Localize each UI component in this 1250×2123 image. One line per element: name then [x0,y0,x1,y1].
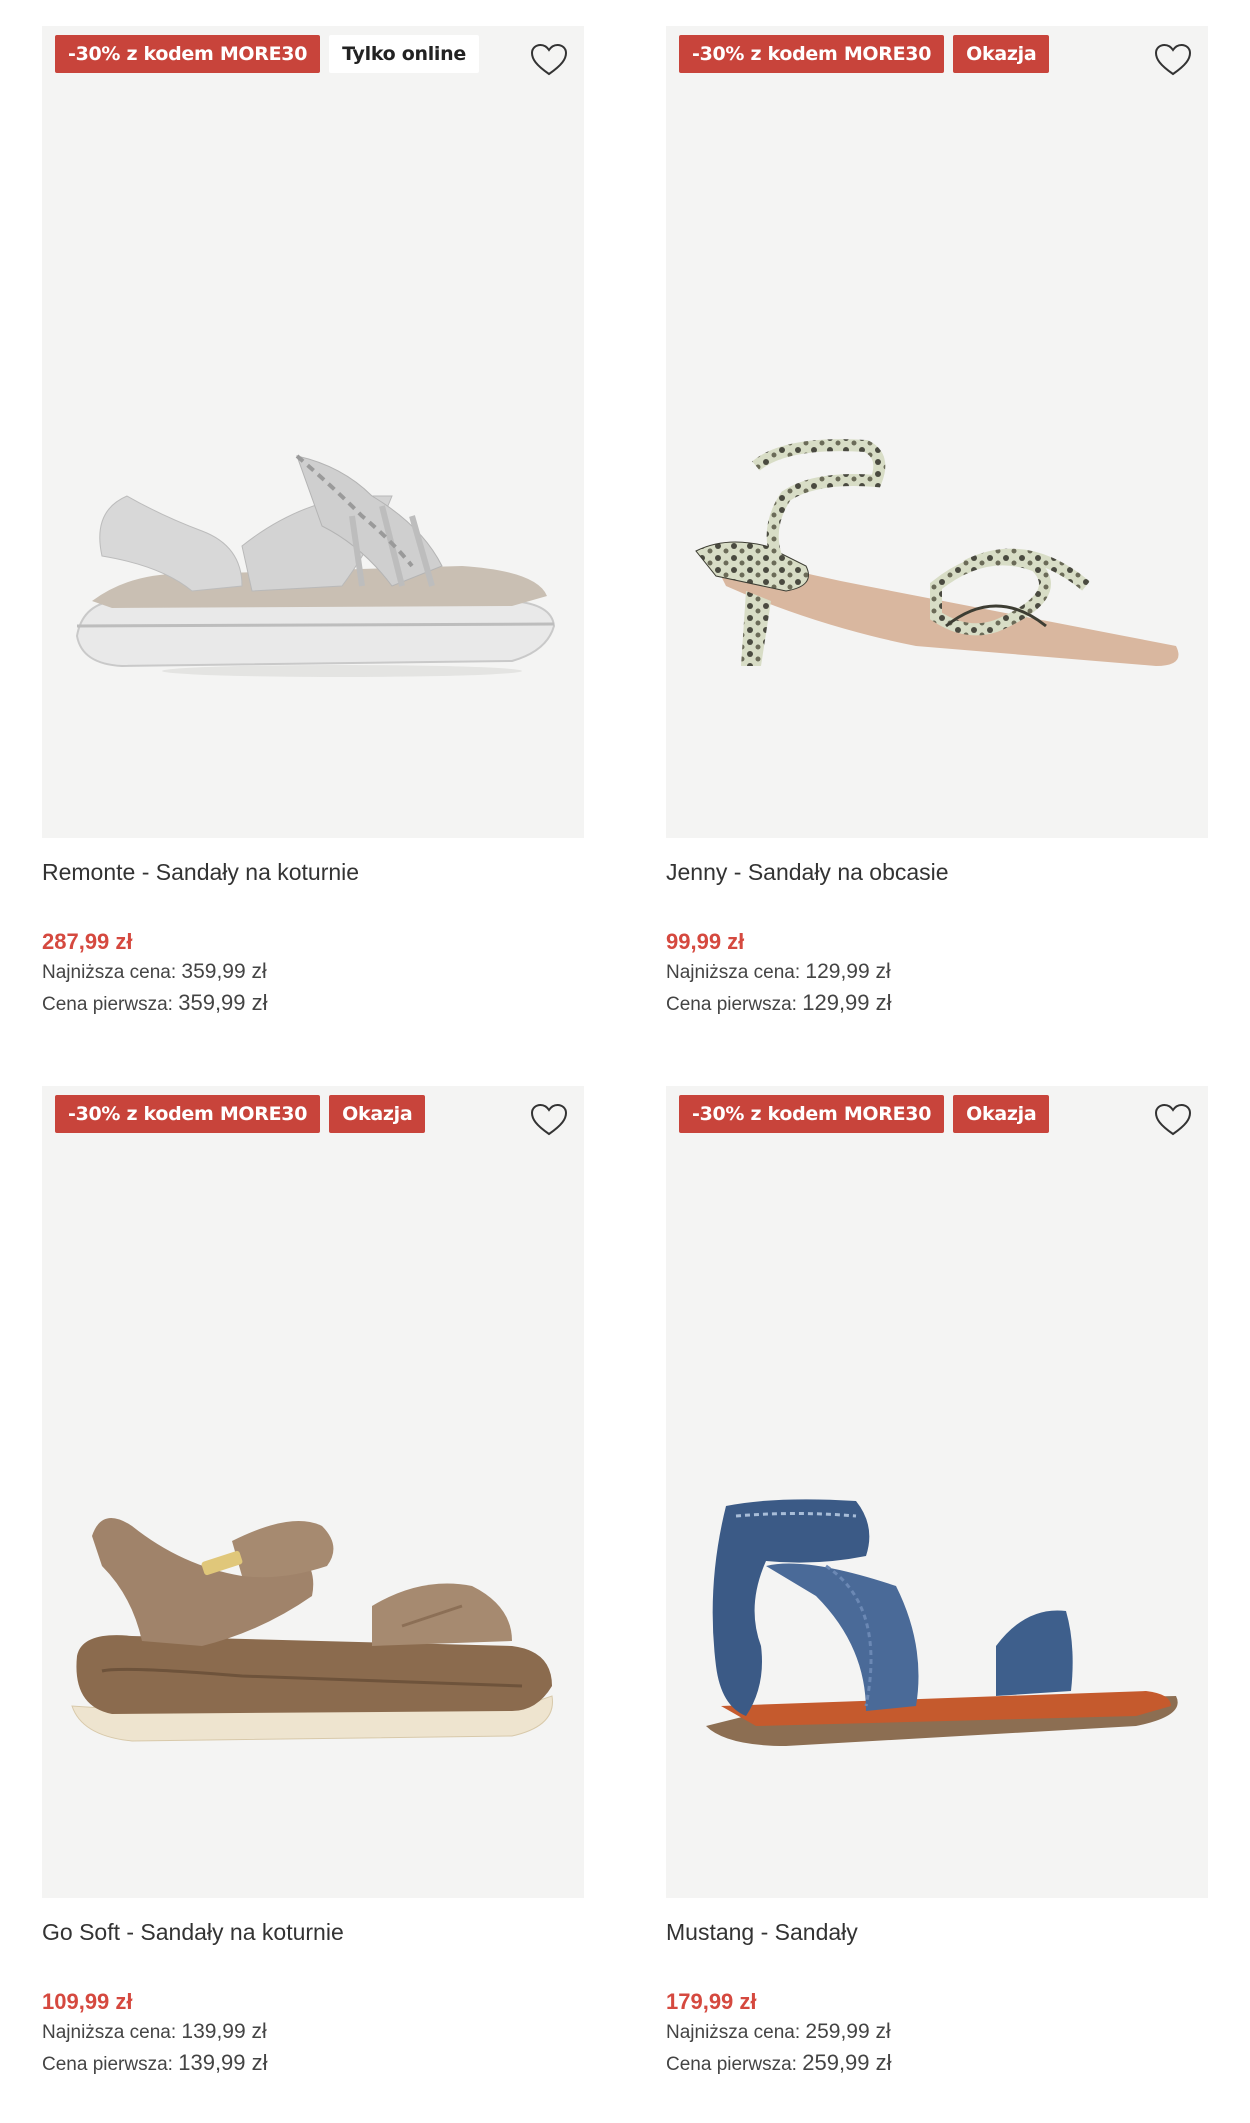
product-name[interactable]: Jenny - Sandały na obcasie [666,856,1208,888]
promo-code-badge: -30% z kodem MORE30 [679,35,945,73]
lowest-price-value: 129,99 zł [805,960,891,983]
wishlist-heart-icon[interactable] [1152,40,1194,80]
deal-badge: Okazja [953,1095,1050,1133]
first-price-label: Cena pierwsza: [666,994,797,1015]
first-price-value: 359,99 zł [178,990,268,1015]
deal-badge: Okazja [953,35,1050,73]
first-price-value: 139,99 zł [178,2050,268,2075]
promo-code-badge: -30% z kodem MORE30 [679,1095,945,1133]
first-price-line: Cena pierwsza: 129,99 zł [666,988,1208,1020]
product-image-area[interactable]: -30% z kodem MORE30 Okazja [666,26,1208,838]
online-only-badge: Tylko online [329,35,479,73]
wishlist-heart-icon[interactable] [1152,1100,1194,1140]
lowest-price-line: Najniższa cena: 129,99 zł [666,957,1208,988]
lowest-price-label: Najniższa cena: [42,2022,177,2043]
first-price-line: Cena pierwsza: 359,99 zł [42,988,584,1020]
lowest-price-value: 359,99 zł [181,960,267,983]
product-price: 179,99 zł [666,1989,757,2014]
lowest-price-label: Najniższa cena: [666,2022,801,2043]
first-price-label: Cena pierwsza: [42,2054,173,2075]
promo-code-badge: -30% z kodem MORE30 [55,35,321,73]
lowest-price-label: Najniższa cena: [42,962,177,983]
first-price-label: Cena pierwsza: [666,2054,797,2075]
badges: -30% z kodem MORE30 Okazja [55,1095,426,1133]
promo-code-badge: -30% z kodem MORE30 [55,1095,321,1133]
product-card[interactable]: -30% z kodem MORE30 Okazja Mustang - San… [666,1086,1208,2080]
product-price: 287,99 zł [42,929,133,954]
badges: -30% z kodem MORE30 Tylko online [55,35,479,73]
badges: -30% z kodem MORE30 Okazja [679,1095,1050,1133]
product-image-area[interactable]: -30% z kodem MORE30 Okazja [42,1086,584,1898]
first-price-value: 129,99 zł [802,990,892,1015]
product-name[interactable]: Go Soft - Sandały na koturnie [42,1916,584,1948]
product-name[interactable]: Mustang - Sandały [666,1916,1208,1948]
silver-wedge-sandal-image [75,454,556,677]
product-price: 99,99 zł [666,929,745,954]
product-price: 109,99 zł [42,1989,133,2014]
product-image-area[interactable]: -30% z kodem MORE30 Okazja [666,1086,1208,1898]
product-card[interactable]: -30% z kodem MORE30 Tylko online Remonte… [42,26,584,1020]
brown-wedge-sandal-image [71,1518,553,1742]
lowest-price-label: Najniższa cena: [666,962,801,983]
wishlist-heart-icon[interactable] [528,1100,570,1140]
lowest-price-value: 259,99 zł [805,2020,891,2043]
lowest-price-line: Najniższa cena: 359,99 zł [42,957,584,988]
badges: -30% z kodem MORE30 Okazja [679,35,1050,73]
deal-badge: Okazja [329,1095,426,1133]
product-card[interactable]: -30% z kodem MORE30 Okazja Jenny - Sanda… [666,26,1208,1020]
product-image-area[interactable]: -30% z kodem MORE30 Tylko online [42,26,584,838]
first-price-line: Cena pierwsza: 139,99 zł [42,2048,584,2080]
denim-flat-sandal-image [706,1499,1178,1746]
first-price-value: 259,99 zł [802,2050,892,2075]
wishlist-heart-icon[interactable] [528,40,570,80]
snakeskin-heel-sandal-image [695,439,1179,666]
first-price-line: Cena pierwsza: 259,99 zł [666,2048,1208,2080]
product-name[interactable]: Remonte - Sandały na koturnie [42,856,584,888]
first-price-label: Cena pierwsza: [42,994,173,1015]
lowest-price-line: Najniższa cena: 139,99 zł [42,2017,584,2048]
lowest-price-line: Najniższa cena: 259,99 zł [666,2017,1208,2048]
lowest-price-value: 139,99 zł [181,2020,267,2043]
product-card[interactable]: -30% z kodem MORE30 Okazja Go Soft - San… [42,1086,584,2080]
